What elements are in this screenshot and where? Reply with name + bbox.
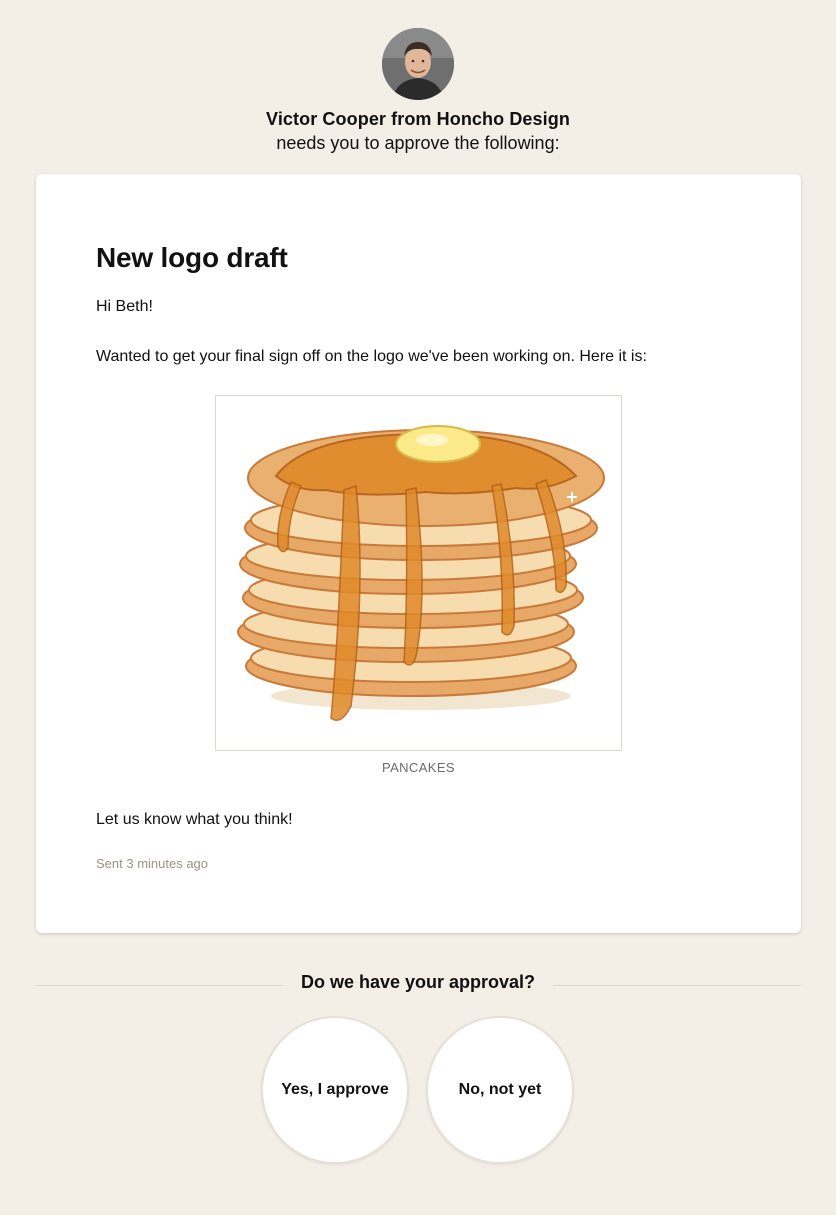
sent-timestamp: Sent 3 minutes ago [96, 856, 209, 871]
intro-text: Wanted to get your final sign off on the… [96, 348, 647, 365]
greeting-text: Hi Beth! [96, 298, 153, 315]
avatar-photo-icon [382, 28, 454, 100]
logo-image [215, 395, 622, 751]
message-card: New logo draft Hi Beth! Wanted to get yo… [36, 174, 801, 933]
approval-question: Do we have your approval? [300, 972, 536, 992]
divider-right [553, 985, 801, 986]
sender-header: Victor Cooper from Honcho Design needs y… [0, 28, 836, 154]
sender-avatar [382, 28, 454, 100]
approval-question-row: Do we have your approval? [36, 972, 801, 998]
approve-button[interactable]: Yes, I approve [261, 1016, 409, 1164]
approval-request-text: needs you to approve the following: [276, 133, 560, 153]
closing-text: Let us know what you think! [96, 811, 293, 828]
message-title: New logo draft [96, 242, 288, 273]
divider-left [36, 985, 283, 986]
pancakes-illustration-icon [237, 425, 605, 721]
sender-name: Victor Cooper from Honcho Design [266, 109, 570, 129]
image-caption: PANCAKES [381, 760, 456, 775]
reject-button[interactable]: No, not yet [426, 1016, 574, 1164]
